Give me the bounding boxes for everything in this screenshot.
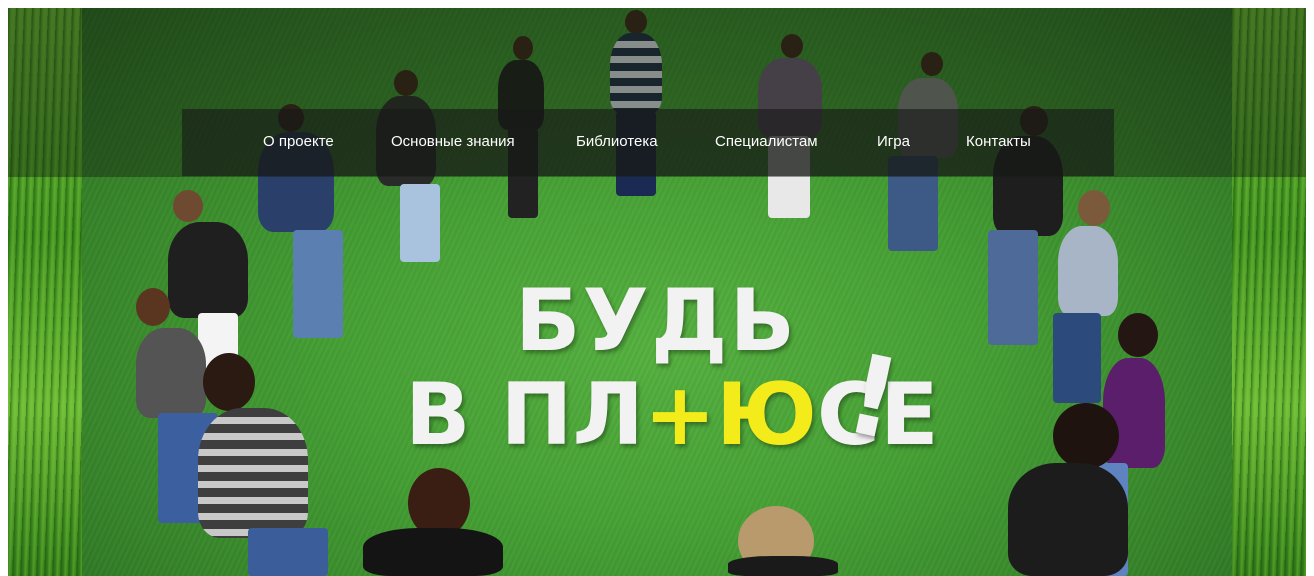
person-legs	[248, 528, 328, 576]
nav-item-basic-knowledge[interactable]: Основные знания	[391, 133, 515, 151]
person-head	[136, 288, 170, 326]
person-head	[173, 190, 203, 222]
person-head	[1078, 190, 1110, 226]
person-body	[1008, 463, 1128, 576]
person-body	[1058, 226, 1118, 316]
nav-item-about[interactable]: О проекте	[263, 133, 334, 151]
person-body	[363, 528, 503, 576]
person-legs	[988, 230, 1038, 345]
page: БУДЬ В ПЛ+ЮСЕ ! О проекте Основные знани…	[0, 0, 1314, 576]
person-head	[1118, 313, 1158, 357]
person-body	[136, 328, 206, 418]
nav-item-contacts[interactable]: Контакты	[966, 133, 1031, 151]
person-body	[728, 556, 838, 576]
logo-accent-plus: +Ю	[643, 365, 817, 465]
person-legs	[293, 230, 343, 338]
nav-item-specialists[interactable]: Специалистам	[715, 133, 818, 151]
person-head	[1053, 403, 1119, 469]
person-head	[203, 353, 255, 411]
campaign-logo: БУДЬ В ПЛ+ЮСЕ !	[403, 270, 939, 470]
person-legs	[400, 184, 440, 262]
person-body	[168, 222, 248, 318]
hero-banner: БУДЬ В ПЛ+ЮСЕ !	[8, 8, 1306, 576]
main-nav: О проекте Основные знания Библиотека Спе…	[182, 109, 1114, 176]
nav-item-library[interactable]: Библиотека	[576, 133, 658, 151]
nav-item-game[interactable]: Игра	[877, 133, 910, 151]
logo-line-1: БУДЬ	[515, 271, 797, 371]
person-body	[198, 408, 308, 538]
person-legs	[1053, 313, 1101, 403]
logo-line-2-start: В ПЛ	[405, 365, 644, 465]
